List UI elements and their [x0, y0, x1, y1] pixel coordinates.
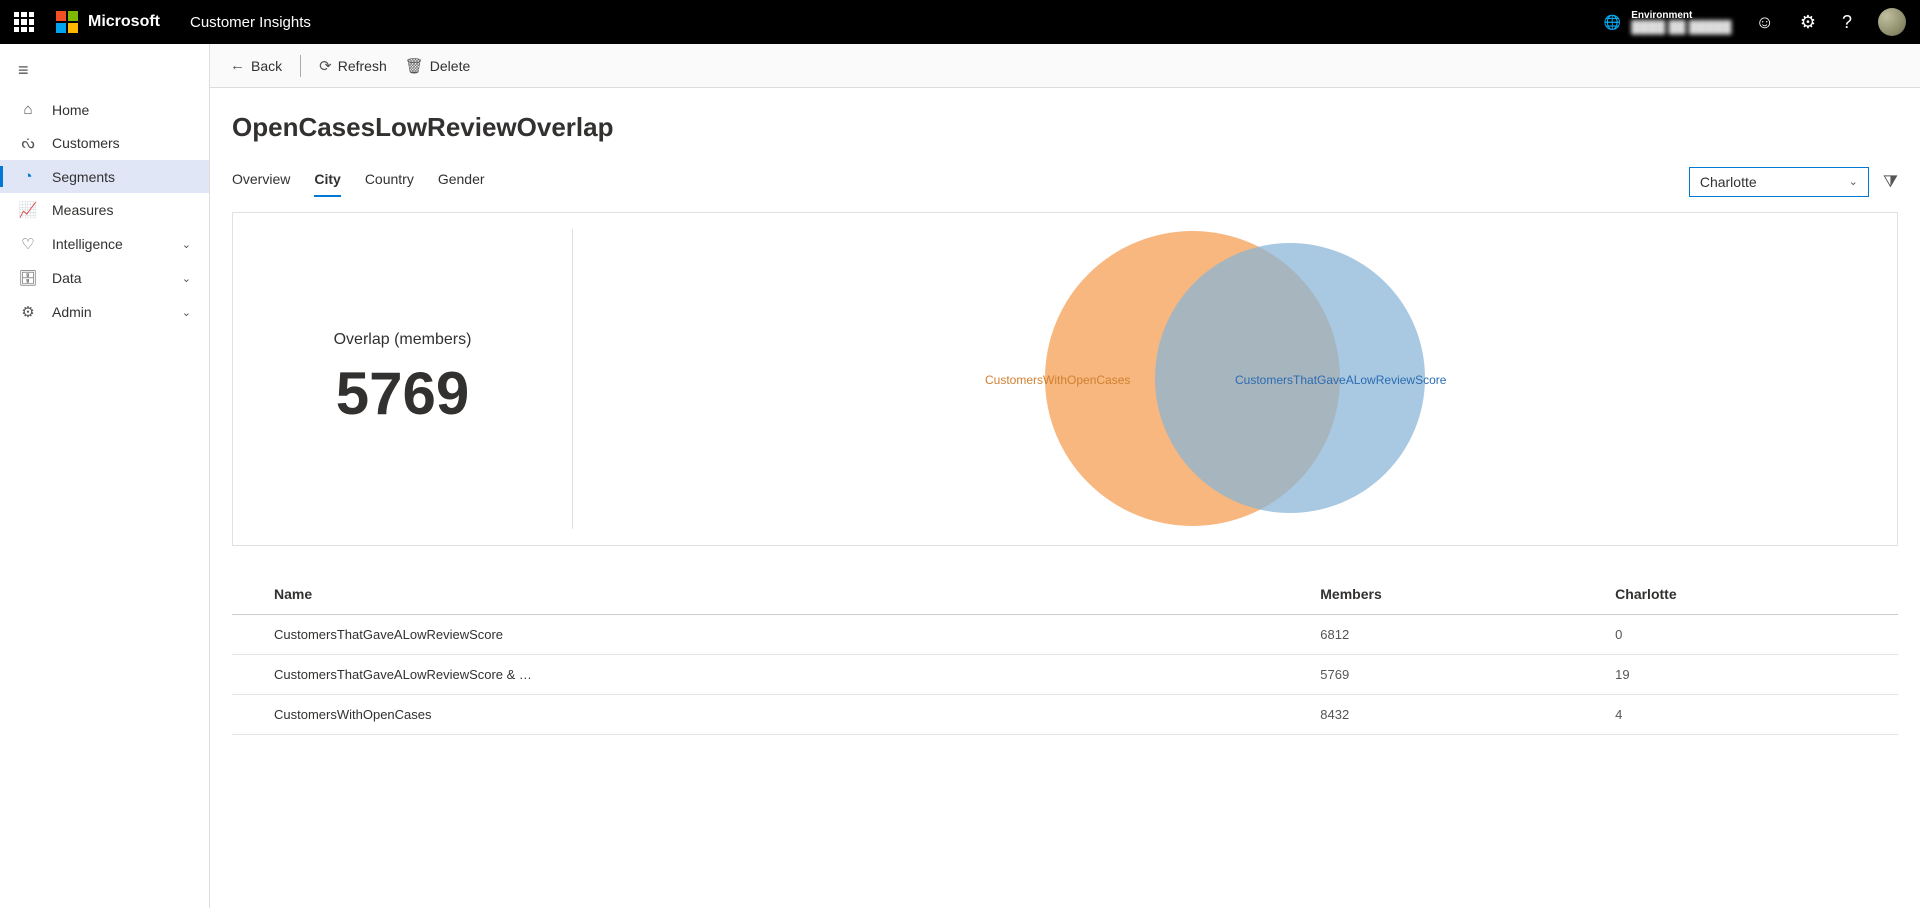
tab-city[interactable]: City: [314, 165, 340, 197]
nav-label: Admin: [52, 304, 92, 320]
chevron-down-icon: ⌄: [1849, 175, 1858, 188]
home-icon: ⌂: [18, 101, 38, 118]
cell-name: CustomersWithOpenCases: [232, 695, 1308, 735]
nav-intelligence[interactable]: ♡ Intelligence ⌄: [0, 227, 209, 261]
cell-facet: 4: [1603, 695, 1898, 735]
col-facet[interactable]: Charlotte: [1603, 574, 1898, 615]
cell-members: 6812: [1308, 615, 1603, 655]
overlap-panel: Overlap (members) 5769 CustomersWithOpen…: [232, 212, 1898, 546]
col-name[interactable]: Name: [232, 574, 1308, 615]
nav-customers[interactable]: ᔔ Customers: [0, 126, 209, 160]
suite-name: Customer Insights: [190, 14, 311, 31]
overlap-stat-value: 5769: [336, 359, 469, 428]
table-row[interactable]: CustomersThatGaveALowReviewScore & … 576…: [232, 655, 1898, 695]
cell-members: 8432: [1308, 695, 1603, 735]
customers-icon: ᔔ: [18, 134, 38, 152]
tabs: Overview City Country Gender: [232, 165, 485, 198]
nav-home[interactable]: ⌂ Home: [0, 93, 209, 126]
chevron-down-icon: ⌄: [182, 238, 191, 251]
collapse-nav-icon[interactable]: ≡: [0, 54, 209, 87]
separator: [300, 55, 301, 77]
delete-button[interactable]: 🗑 Delete: [405, 57, 471, 75]
cell-members: 5769: [1308, 655, 1603, 695]
nav-label: Data: [52, 270, 82, 286]
nav-segments[interactable]: ◔ Segments: [0, 160, 209, 193]
refresh-button[interactable]: ⟳ Refresh: [319, 57, 387, 75]
main-area: ← Back ⟳ Refresh 🗑 Delete OpenCasesLowRe…: [210, 44, 1920, 908]
tab-gender[interactable]: Gender: [438, 165, 485, 197]
header-actions: ☺ ⚙ ?: [1755, 12, 1852, 33]
table-row[interactable]: CustomersWithOpenCases 8432 4: [232, 695, 1898, 735]
back-label: Back: [251, 58, 282, 74]
overlap-stat-label: Overlap (members): [334, 331, 472, 349]
globe-icon: 🌐: [1603, 13, 1621, 31]
nav-label: Intelligence: [52, 236, 123, 252]
city-dropdown[interactable]: Charlotte ⌄: [1689, 167, 1869, 197]
measures-icon: 📈: [18, 201, 38, 219]
members-table: Name Members Charlotte CustomersThatGave…: [232, 574, 1898, 735]
venn-set-b-label: CustomersThatGaveALowReviewScore: [1235, 373, 1446, 387]
settings-icon[interactable]: ⚙: [1800, 12, 1816, 33]
chevron-down-icon: ⌄: [182, 306, 191, 319]
col-members[interactable]: Members: [1308, 574, 1603, 615]
environment-picker[interactable]: 🌐 Environment ████ ██ █████: [1603, 10, 1731, 34]
intelligence-icon: ♡: [18, 235, 38, 253]
nav-label: Segments: [52, 169, 115, 185]
venn-chart: CustomersWithOpenCases CustomersThatGave…: [573, 229, 1897, 529]
chevron-down-icon: ⌄: [182, 272, 191, 285]
cell-facet: 0: [1603, 615, 1898, 655]
sidebar: ≡ ⌂ Home ᔔ Customers ◔ Segments 📈 Measur…: [0, 44, 210, 908]
nav-measures[interactable]: 📈 Measures: [0, 193, 209, 227]
help-icon[interactable]: ?: [1842, 12, 1852, 33]
overlap-stat: Overlap (members) 5769: [233, 229, 573, 529]
content: OpenCasesLowReviewOverlap Overview City …: [210, 88, 1920, 759]
trash-icon: 🗑: [405, 57, 424, 75]
tab-overview[interactable]: Overview: [232, 165, 290, 197]
segments-icon: ◔: [18, 168, 38, 185]
refresh-icon: ⟳: [319, 57, 332, 75]
environment-value: ████ ██ █████: [1631, 21, 1731, 34]
tab-country[interactable]: Country: [365, 165, 414, 197]
nav-data[interactable]: 🗄 Data ⌄: [0, 261, 209, 295]
microsoft-logo-icon: [56, 11, 78, 33]
cell-name: CustomersThatGaveALowReviewScore & …: [232, 655, 1308, 695]
nav-label: Measures: [52, 202, 113, 218]
cell-name: CustomersThatGaveALowReviewScore: [232, 615, 1308, 655]
nav-admin[interactable]: ⚙ Admin ⌄: [0, 295, 209, 329]
back-arrow-icon: ←: [230, 57, 245, 74]
tabs-row: Overview City Country Gender Charlotte ⌄…: [232, 165, 1898, 198]
back-button[interactable]: ← Back: [230, 57, 282, 74]
data-icon: 🗄: [18, 269, 38, 287]
dropdown-selected: Charlotte: [1700, 174, 1757, 190]
table-header-row: Name Members Charlotte: [232, 574, 1898, 615]
delete-label: Delete: [430, 58, 470, 74]
refresh-label: Refresh: [338, 58, 387, 74]
nav-label: Home: [52, 102, 89, 118]
nav-label: Customers: [52, 135, 120, 151]
command-bar: ← Back ⟳ Refresh 🗑 Delete: [210, 44, 1920, 88]
global-header: Microsoft Customer Insights 🌐 Environmen…: [0, 0, 1920, 44]
filter-icon[interactable]: ⧩: [1883, 172, 1898, 192]
cell-facet: 19: [1603, 655, 1898, 695]
app-launcher-icon[interactable]: [14, 12, 34, 32]
feedback-icon[interactable]: ☺: [1755, 12, 1773, 33]
page-title: OpenCasesLowReviewOverlap: [232, 112, 1898, 143]
brand-name: Microsoft: [88, 13, 160, 31]
brand-block: Microsoft: [56, 11, 160, 33]
table-row[interactable]: CustomersThatGaveALowReviewScore 6812 0: [232, 615, 1898, 655]
venn-set-a-label: CustomersWithOpenCases: [985, 373, 1130, 387]
user-avatar[interactable]: [1878, 8, 1906, 36]
admin-icon: ⚙: [18, 303, 38, 321]
